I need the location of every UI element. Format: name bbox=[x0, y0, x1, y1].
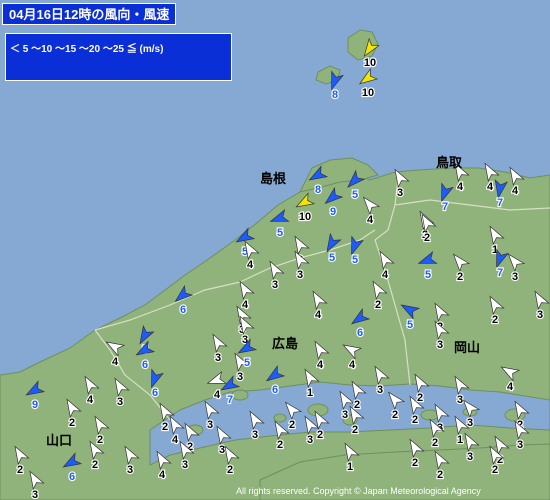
wind-speed-label: 2 bbox=[417, 392, 423, 404]
wind-speed-label: 2 bbox=[162, 421, 168, 433]
island-8 bbox=[273, 413, 287, 423]
legend-scale-text: ＜ 5 ～10 ～15 ～20 ～25 ≦ (m/s) bbox=[10, 44, 164, 55]
pref-label-okayama: 岡山 bbox=[454, 340, 481, 355]
wind-speed-label: 9 bbox=[32, 399, 38, 411]
wind-speed-label: 7 bbox=[442, 201, 448, 213]
wind-speed-label: 4 bbox=[457, 181, 464, 193]
wind-speed-label: 3 bbox=[467, 451, 473, 463]
wind-speed-label: 4 bbox=[367, 214, 374, 226]
wind-speed-label: 3 bbox=[32, 489, 38, 500]
wind-speed-label: 4 bbox=[172, 434, 179, 446]
wind-speed-label: 2 bbox=[412, 457, 418, 469]
wind-speed-label: 4 bbox=[242, 299, 249, 311]
wind-speed-label: 5 bbox=[407, 319, 413, 331]
wind-speed-label: 4 bbox=[349, 359, 356, 371]
wind-speed-label: 4 bbox=[317, 359, 324, 371]
wind-speed-label: 4 bbox=[214, 389, 221, 401]
wind-speed-label: 7 bbox=[497, 267, 503, 279]
wind-speed-label: 6 bbox=[69, 471, 75, 483]
wind-speed-label: 3 bbox=[307, 434, 313, 446]
wind-speed-label: 4 bbox=[382, 269, 389, 281]
wind-speed-label: 1 bbox=[347, 461, 353, 473]
wind-speed-label: 3 bbox=[517, 439, 523, 451]
wind-speed-label: 3 bbox=[437, 339, 443, 351]
wind-speed-label: 2 bbox=[17, 464, 23, 476]
wind-speed-label: 3 bbox=[252, 429, 258, 441]
map-title: 04月16日12時の風向・風速 bbox=[2, 3, 177, 25]
wind-speed-label: 7 bbox=[497, 197, 503, 209]
wind-speed-label: 3 bbox=[219, 444, 225, 456]
wind-speed-label: 2 bbox=[412, 414, 418, 426]
pref-label-tottori: 鳥取 bbox=[436, 155, 463, 170]
wind-speed-label: 3 bbox=[397, 187, 403, 199]
wind-speed-label: 3 bbox=[377, 384, 383, 396]
wind-speed-label: 5 bbox=[352, 189, 358, 201]
wind-speed-label: 2 bbox=[354, 399, 360, 411]
wind-speed-label: 4 bbox=[87, 394, 94, 406]
wind-speed-label: 2 bbox=[392, 409, 398, 421]
wind-speed-label: 1 bbox=[457, 434, 463, 446]
wind-speed-label: 4 bbox=[512, 185, 519, 197]
wind-speed-label: 3 bbox=[237, 371, 243, 383]
wind-speed-label: 4 bbox=[159, 469, 166, 481]
wind-speed-label: 5 bbox=[277, 227, 283, 239]
island-1 bbox=[231, 389, 249, 401]
wind-speed-label: 4 bbox=[112, 356, 119, 368]
wind-speed-label: 3 bbox=[342, 409, 348, 421]
wind-speed-label: 3 bbox=[272, 279, 278, 291]
wind-speed-label: 10 bbox=[364, 57, 376, 69]
wind-speed-label: 2 bbox=[69, 417, 75, 429]
wind-speed-label: 2 bbox=[437, 469, 443, 481]
wind-speed-label: 1 bbox=[307, 387, 313, 399]
wind-speed-label: 5 bbox=[425, 269, 431, 281]
wind-speed-label: 6 bbox=[357, 327, 363, 339]
wind-speed-label: 5 bbox=[352, 254, 358, 266]
wind-speed-label: 10 bbox=[299, 211, 311, 223]
wind-speed-label: 2 bbox=[352, 424, 358, 436]
wind-speed-label: 3 bbox=[117, 396, 123, 408]
wind-speed-label: 4 bbox=[507, 381, 514, 393]
pref-label-shimane: 島根 bbox=[260, 171, 287, 186]
wind-speed-label: 3 bbox=[182, 459, 188, 471]
wind-speed-label: 3 bbox=[127, 464, 133, 476]
copyright-credit: All rights reserved. Copyright © Japan M… bbox=[236, 486, 481, 496]
wind-speed-label: 3 bbox=[215, 352, 221, 364]
wind-speed-label: 2 bbox=[492, 464, 498, 476]
wind-speed-label: 2 bbox=[227, 464, 233, 476]
legend-box: ＜ 5 ～10 ～15 ～20 ～25 ≦ (m/s) bbox=[5, 33, 232, 81]
wind-speed-label: 5 bbox=[329, 252, 335, 264]
map-title-text: 04月16日12時の風向・風速 bbox=[9, 7, 170, 22]
weather-map: 1010885910347442745555221733453433522643… bbox=[0, 0, 550, 500]
wind-speed-label: 7 bbox=[227, 394, 233, 406]
wind-speed-label: 8 bbox=[332, 89, 338, 101]
wind-speed-label: 3 bbox=[207, 419, 213, 431]
wind-speed-label: 6 bbox=[142, 359, 148, 371]
wind-speed-label: 4 bbox=[247, 259, 254, 271]
wind-speed-label: 3 bbox=[457, 394, 463, 406]
wind-speed-label: 8 bbox=[315, 184, 321, 196]
wind-speed-label: 3 bbox=[512, 271, 518, 283]
wind-speed-label: 5 bbox=[244, 357, 250, 369]
wind-speed-label: 6 bbox=[152, 387, 158, 399]
wind-speed-label: 6 bbox=[272, 384, 278, 396]
wind-speed-label: 2 bbox=[457, 271, 463, 283]
wind-speed-label: 2 bbox=[424, 232, 430, 244]
wind-speed-label: 2 bbox=[277, 439, 283, 451]
wind-speed-label: 2 bbox=[492, 314, 498, 326]
wind-speed-label: 2 bbox=[432, 437, 438, 449]
wind-speed-label: 2 bbox=[289, 419, 295, 431]
wind-speed-label: 3 bbox=[537, 309, 543, 321]
wind-speed-label: 4 bbox=[315, 309, 322, 321]
wind-speed-label: 2 bbox=[92, 459, 98, 471]
wind-speed-label: 2 bbox=[97, 434, 103, 446]
wind-speed-label: 3 bbox=[297, 269, 303, 281]
wind-speed-label: 2 bbox=[375, 299, 381, 311]
pref-label-hiroshima: 広島 bbox=[272, 336, 299, 351]
wind-speed-label: 9 bbox=[330, 206, 336, 218]
wind-speed-label: 2 bbox=[317, 429, 323, 441]
wind-speed-label: 10 bbox=[362, 87, 374, 99]
pref-label-yamaguchi: 山口 bbox=[46, 433, 73, 448]
wind-speed-label: 4 bbox=[487, 181, 494, 193]
wind-speed-label: 6 bbox=[180, 304, 186, 316]
